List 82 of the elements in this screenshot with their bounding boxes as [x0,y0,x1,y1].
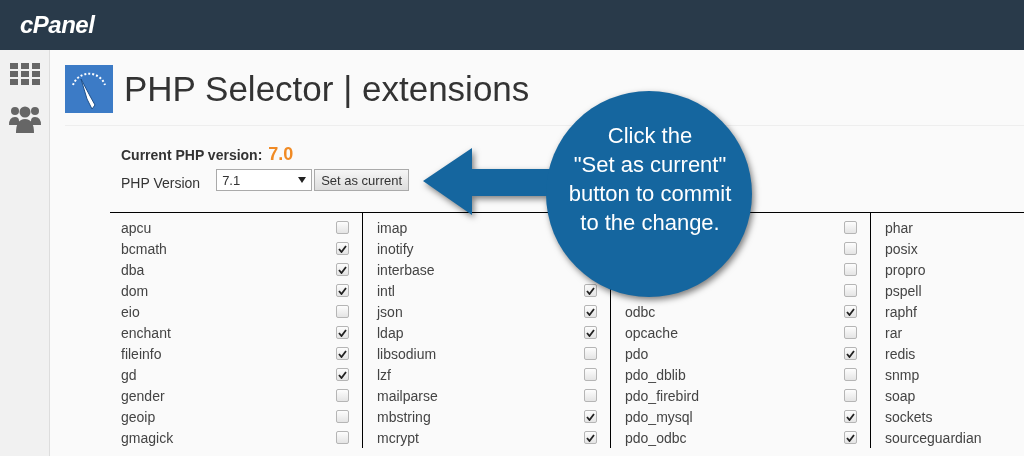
extension-name: pdo [625,345,649,362]
extension-name: pdo_odbc [625,429,687,446]
checkbox[interactable] [584,326,597,339]
checkbox[interactable] [336,263,349,276]
callout-text: Click the "Set as current" button to commit to the change. [567,122,733,237]
extension-name: apcu [121,219,152,236]
extension-name: rar [885,324,903,341]
extension-name: gd [121,366,137,383]
checkbox[interactable] [584,431,597,444]
extension-name: raphf [885,303,917,320]
extension-name: lzf [377,366,391,383]
extension-name: opcache [625,324,678,341]
checkbox[interactable] [584,284,597,297]
checkbox[interactable] [844,368,857,381]
extension-name: mailparse [377,387,438,404]
checkbox[interactable] [584,389,597,402]
version-select[interactable]: 7.1 [216,169,313,191]
extension-name: pspell [885,282,922,299]
checkbox[interactable] [336,221,349,234]
extension-name: enchant [121,324,171,341]
extension-name: interbase [377,261,435,278]
extension-name: odbc [625,303,656,320]
current-version-label: Current PHP version: [121,147,263,163]
cpanel-logo[interactable]: cPanel [20,11,95,39]
extension-name: propro [885,261,926,278]
extension-name: dba [121,261,145,278]
extension-name: pdo_dblib [625,366,686,383]
caret-icon [298,177,307,183]
checkbox[interactable] [336,305,349,318]
php-version-label: PHP Version [121,175,201,191]
extension-name: imap [377,219,408,236]
checkbox[interactable] [336,389,349,402]
extension-name: gmagick [121,429,174,446]
checkbox[interactable] [336,431,349,444]
extension-name: mcrypt [377,429,419,446]
page-title: PHP Selector | extensions [124,69,530,109]
extension-name: intl [377,282,395,299]
extension-name: phar [885,219,914,236]
checkbox[interactable] [844,263,857,276]
extension-name: bcmath [121,240,167,257]
extension-name: fileinfo [121,345,162,362]
extension-name: snmp [885,366,920,383]
extension-name: redis [885,345,916,362]
extension-name: inotify [377,240,414,257]
extension-name: mbstring [377,408,431,425]
extension-name: pdo_firebird [625,387,699,404]
checkbox[interactable] [336,326,349,339]
checkbox[interactable] [336,242,349,255]
checkbox[interactable] [844,347,857,360]
checkbox[interactable] [844,410,857,423]
checkbox[interactable] [844,242,857,255]
checkbox[interactable] [844,431,857,444]
checkbox[interactable] [844,389,857,402]
checkbox[interactable] [336,347,349,360]
checkbox[interactable] [584,305,597,318]
extension-name: posix [885,240,918,257]
extension-name: pdo_mysql [625,408,693,425]
checkbox[interactable] [336,284,349,297]
extension-name: geoip [121,408,156,425]
current-version-value: 7.0 [268,144,294,165]
set-as-current-button[interactable]: Set as current [314,169,410,191]
extension-name: ldap [377,324,404,341]
checkbox[interactable] [584,410,597,423]
checkbox[interactable] [336,368,349,381]
extension-name: eio [121,303,140,320]
extension-name: sockets [885,408,933,425]
checkbox[interactable] [844,326,857,339]
users-icon[interactable] [8,105,41,133]
extension-name: json [377,303,403,320]
checkbox[interactable] [844,221,857,234]
grid-icon[interactable] [9,63,40,85]
checkbox[interactable] [336,410,349,423]
checkbox[interactable] [844,305,857,318]
extension-name: soap [885,387,916,404]
checkbox[interactable] [844,284,857,297]
extension-name: libsodium [377,345,437,362]
extension-name: gender [121,387,165,404]
checkbox[interactable] [584,347,597,360]
extension-name: dom [121,282,149,299]
extension-name: sourceguardian [885,429,982,446]
gauge-icon [65,65,113,113]
checkbox[interactable] [584,368,597,381]
